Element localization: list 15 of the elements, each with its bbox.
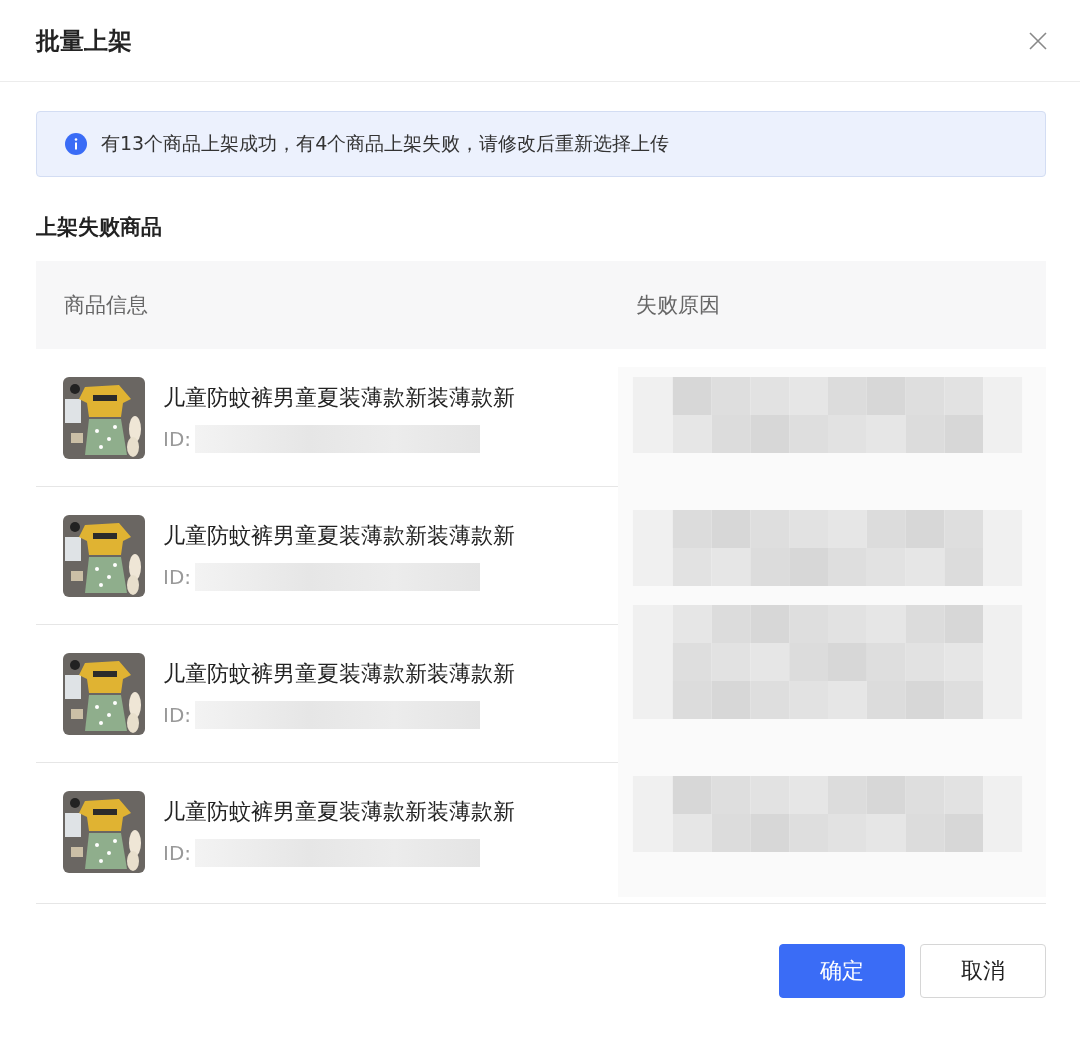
id-label: ID: <box>163 702 192 727</box>
id-label: ID: <box>163 841 192 865</box>
confirm-button[interactable]: 确定 <box>779 944 905 998</box>
product-name: 儿童防蚊裤男童夏装薄款新装薄款新 <box>163 521 515 550</box>
column-header: 失败原因 <box>618 261 1046 349</box>
section-title: 上架失败商品 <box>36 214 163 241</box>
id-label: ID: <box>163 564 192 589</box>
column-header: 商品信息 <box>36 261 618 349</box>
product-name: 儿童防蚊裤男童夏装薄款新装薄款新 <box>163 383 515 412</box>
id-label: ID: <box>163 426 192 451</box>
product-name: 儿童防蚊裤男童夏装薄款新装薄款新 <box>163 659 515 688</box>
product-name: 儿童防蚊裤男童夏装薄款新装薄款新 <box>163 798 515 826</box>
dialog-title: 批量上架 <box>36 25 132 57</box>
cancel-button[interactable]: 取消 <box>920 944 1046 998</box>
alert-message: 有13个商品上架成功，有4个商品上架失败，请修改后重新选择上传 <box>101 131 670 156</box>
